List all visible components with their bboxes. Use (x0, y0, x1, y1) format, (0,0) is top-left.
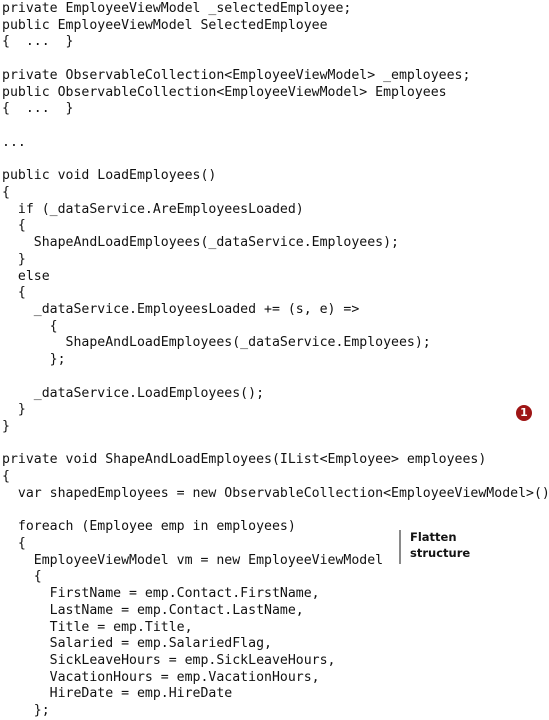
code-line: _dataService.EmployeesLoaded += (s, e) =… (2, 301, 360, 317)
code-line: ShapeAndLoadEmployees(_dataService.Emplo… (2, 235, 399, 251)
code-listing-text: private EmployeeViewModel _selectedEmplo… (2, 1, 549, 720)
code-line: private ObservableCollection<EmployeeVie… (2, 67, 471, 83)
code-line: { (2, 184, 10, 200)
code-line: Salaried = emp.SalariedFlag, (2, 636, 272, 652)
code-line: { ... } (2, 101, 74, 117)
code-line: } (2, 402, 26, 418)
code-line: LastName = emp.Contact.LastName, (2, 602, 304, 618)
code-line: { (2, 285, 26, 301)
code-line: FirstName = emp.Contact.FirstName, (2, 586, 320, 602)
code-line: } (2, 418, 10, 434)
code-line: private void ShapeAndLoadEmployees(IList… (2, 452, 487, 468)
margin-annotation: Flatten structure (399, 530, 470, 564)
code-line: Title = emp.Title, (2, 619, 193, 635)
code-line: VacationHours = emp.VacationHours, (2, 669, 320, 685)
code-line: }; (2, 703, 50, 719)
code-line: SickLeaveHours = emp.SickLeaveHours, (2, 653, 336, 669)
code-line: _dataService.LoadEmployees(); (2, 385, 265, 401)
code-line: ShapeAndLoadEmployees(_dataService.Emplo… (2, 335, 431, 351)
code-line: var shapedEmployees = new ObservableColl… (2, 485, 549, 501)
code-line: public void LoadEmployees() (2, 168, 217, 184)
code-line: { (2, 318, 58, 334)
code-line: if (_dataService.AreEmployeesLoaded) (2, 201, 304, 217)
code-line: HireDate = emp.HireDate (2, 686, 233, 702)
code-line: private EmployeeViewModel _selectedEmplo… (2, 1, 352, 16)
code-line: { (2, 218, 26, 234)
code-listing: private EmployeeViewModel _selectedEmplo… (0, 0, 549, 718)
code-line: { ... } (2, 34, 74, 50)
code-line: public ObservableCollection<EmployeeView… (2, 84, 447, 100)
code-line: { (2, 569, 42, 585)
callout-number-badge: 1 (516, 405, 532, 421)
code-line: else (2, 268, 50, 284)
code-line: }; (2, 352, 66, 368)
code-line: } (2, 251, 26, 267)
code-line: public EmployeeViewModel SelectedEmploye… (2, 17, 328, 33)
code-line: { (2, 469, 10, 485)
code-line: ... (2, 134, 26, 150)
